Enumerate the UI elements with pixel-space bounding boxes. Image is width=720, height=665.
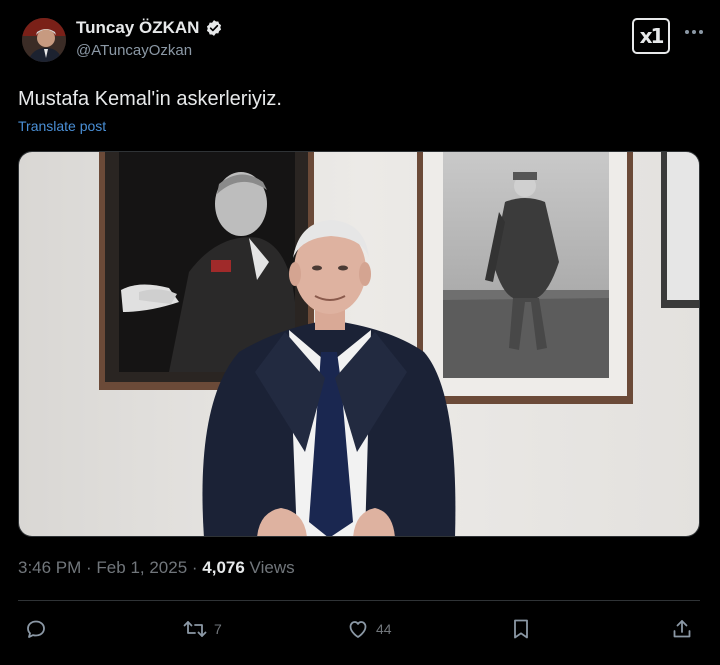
verified-badge-icon[interactable] [205, 19, 223, 37]
divider [18, 600, 700, 601]
post-media-image[interactable] [18, 151, 700, 537]
heart-icon [349, 621, 367, 638]
translate-post-link[interactable]: Translate post [18, 118, 106, 134]
repost-count: 7 [214, 621, 222, 637]
avatar-image [22, 18, 66, 62]
author-handle[interactable]: @ATuncayOzkan [76, 42, 223, 59]
author-display-name[interactable]: Tuncay ÖZKAN [76, 18, 199, 38]
framed-photo-right [417, 152, 633, 404]
avatar[interactable] [22, 18, 66, 62]
post-time[interactable]: 3:46 PM [18, 558, 81, 577]
repost-button[interactable]: 7 [182, 612, 222, 646]
meta-separator: · [187, 558, 203, 577]
post-date[interactable]: Feb 1, 2025 [96, 558, 187, 577]
frame-edge-right [661, 152, 699, 308]
action-bar: 7 44 [18, 612, 700, 646]
author-block: Tuncay ÖZKAN @ATuncayOzkan [76, 18, 223, 59]
name-row: Tuncay ÖZKAN [76, 18, 223, 38]
views-count: 4,076 [202, 558, 245, 577]
views-label: Views [244, 558, 295, 577]
more-icon[interactable] [682, 20, 706, 44]
post-meta: 3:46 PM · Feb 1, 2025 · 4,076 Views [18, 558, 295, 578]
share-icon [673, 620, 691, 638]
reply-button[interactable] [24, 612, 48, 646]
reply-icon [27, 620, 45, 638]
bookmark-button[interactable] [510, 612, 532, 646]
x-logo-button[interactable]: x1 [632, 18, 670, 54]
post-header: Tuncay ÖZKAN @ATuncayOzkan x1 [18, 14, 708, 74]
meta-separator: · [81, 558, 97, 577]
photo-of-man-in-suit [19, 152, 699, 536]
post-text: Mustafa Kemal'in askerleriyiz. [18, 88, 282, 110]
like-button[interactable]: 44 [346, 612, 392, 646]
repost-icon [183, 621, 207, 637]
like-count: 44 [376, 621, 392, 637]
bookmark-icon [514, 619, 528, 639]
share-button[interactable] [670, 612, 694, 646]
